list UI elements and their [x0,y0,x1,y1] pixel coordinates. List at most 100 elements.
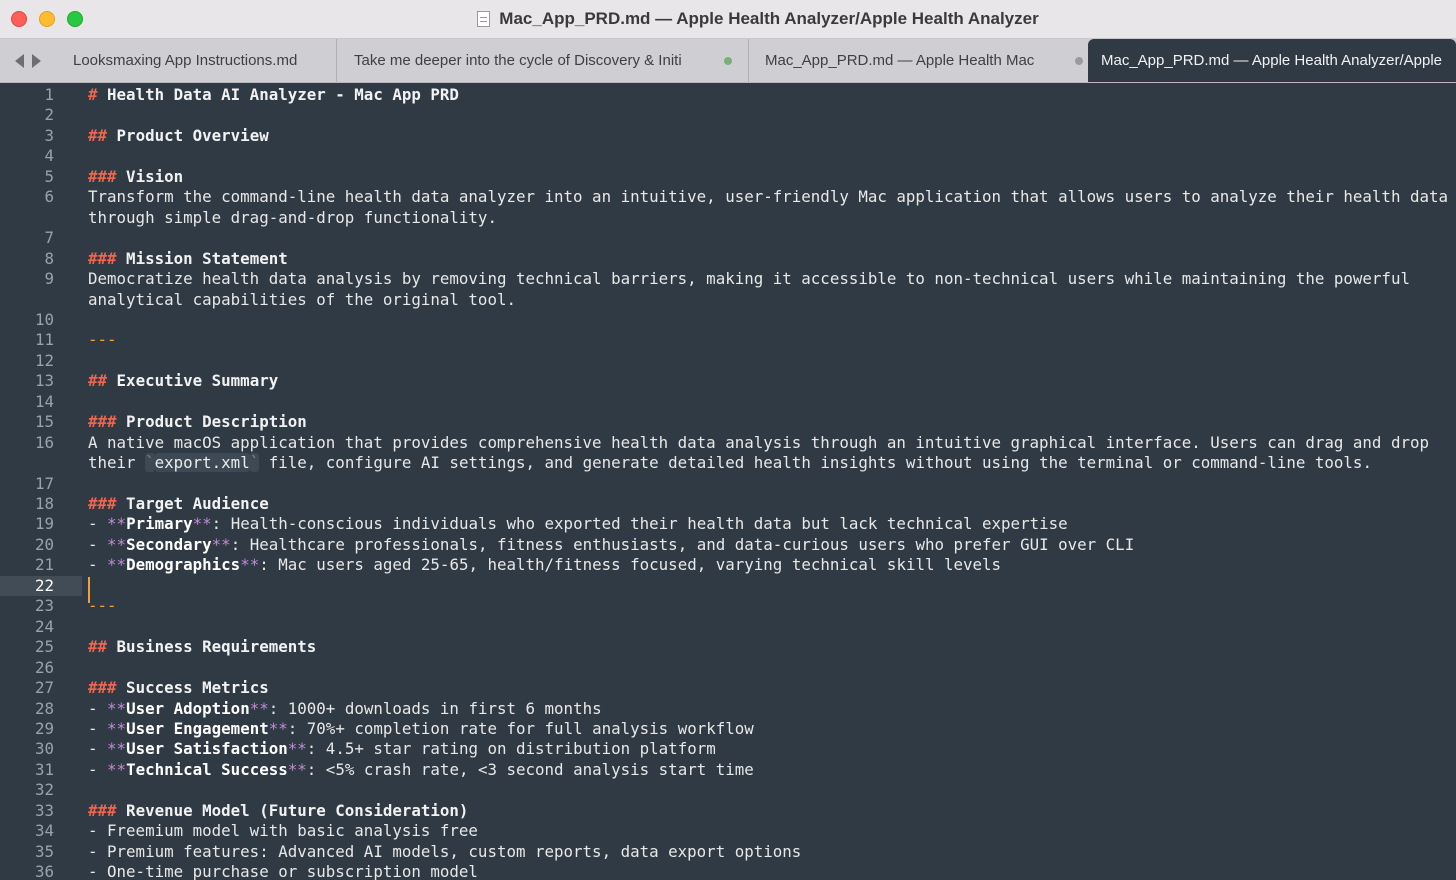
text-segment: Technical Success [126,759,288,779]
line-text: ### Vision [88,167,183,188]
line-text: - **Secondary**: Healthcare professional… [88,535,1134,556]
line-text: --- [88,596,117,617]
line-number: 26 [34,657,54,677]
tab-discovery-cycle[interactable]: Take me deeper into the cycle of Discove… [336,39,748,82]
editor-line[interactable]: 8 ### Mission Statement [0,249,1456,270]
line-text: # Health Data AI Analyzer - Mac App PRD [88,85,459,106]
text-segment: ### [88,494,117,513]
editor-line[interactable]: 12 [0,351,1456,372]
line-text: - **User Engagement**: 70%+ completion r… [88,719,754,740]
editor-line[interactable]: 6 Transform the command-line health data … [0,187,1456,208]
text-segment: : 1000+ downloads in first 6 months [268,698,602,718]
text-segment: ` [249,453,260,473]
text-segment: --- [88,596,117,616]
editor-line[interactable]: 36 - One-time purchase or subscription mo… [0,862,1456,880]
line-text: - **Primary**: Health-conscious individu… [88,514,1068,535]
line-text: ## Executive Summary [88,371,278,392]
text-segment: Transform the command-line health data a… [88,187,1449,207]
editor-line[interactable]: 11 --- [0,330,1456,351]
line-number [0,453,82,474]
tab-looksmaxing-instructions[interactable]: Looksmaxing App Instructions.md [60,39,336,82]
editor-line[interactable]: 20- **Secondary**: Healthcare profession… [0,535,1456,556]
editor-line[interactable]: 28- **User Adoption**: 1000+ downloads i… [0,699,1456,720]
editor-line[interactable]: 24 [0,617,1456,638]
line-number: 25 [34,637,54,657]
editor-line[interactable]: 19 - **Primary**: Health-conscious indivi… [0,514,1456,535]
line-number: 3 [44,125,54,145]
line-text: - **Demographics**: Mac users aged 25-65… [88,555,1001,576]
tab-label: Looksmaxing App Instructions.md [73,52,298,69]
text-segment: through simple drag-and-drop functionali… [88,207,497,227]
editor-line[interactable]: 2 [0,105,1456,126]
editor-line[interactable]: 7 [0,228,1456,249]
text-segment: Secondary [126,534,212,554]
back-arrow-icon[interactable] [15,53,24,68]
editor-line[interactable]: 34 - Freemium model with basic analysis f… [0,821,1456,842]
editor-line[interactable]: 15 ### Product Description [0,412,1456,433]
editor-line[interactable]: 30- **User Satisfaction**: 4.5+ star rat… [0,739,1456,760]
editor-line[interactable]: 27 ### Success Metrics [0,678,1456,699]
editor-line[interactable]: 3 ## Product Overview [0,126,1456,147]
line-number: 33 [34,800,54,820]
markdown-editor[interactable]: 1 # Health Data AI Analyzer - Mac App PRD… [0,83,1456,880]
text-segment: Product Description [116,412,307,432]
line-number: 17 [34,473,54,493]
current-line[interactable]: 22 [0,575,1456,603]
editor-line[interactable]: analytical capabilities of the original … [0,290,1456,311]
text-segment: ** [107,759,127,779]
editor-line[interactable]: 13 ## Executive Summary [0,371,1456,392]
editor-line[interactable]: 33 ### Revenue Model (Future Consideratio… [0,801,1456,822]
text-segment: ** [240,555,260,575]
window-title: Mac_App_PRD.md — Apple Health Analyzer/A… [499,9,1039,28]
editor-line[interactable]: 10 [0,310,1456,331]
line-number: 19 [34,514,54,534]
tab-mac-app-prd-mac[interactable]: Mac_App_PRD.md — Apple Health Mac [748,39,1088,82]
editor-line[interactable]: 5 ### Vision [0,167,1456,188]
text-segment: ### [88,800,117,820]
editor-line[interactable]: 16 A native macOS application that provid… [0,433,1456,454]
editor-line[interactable]: 35 - Premium features: Advanced AI models… [0,842,1456,863]
forward-arrow-icon[interactable] [32,53,41,68]
editor-line[interactable]: 26 [0,658,1456,679]
text-segment: --- [88,330,117,350]
line-number: 35 [34,841,54,861]
editor-line[interactable]: 4 [0,146,1456,167]
document-icon [477,11,491,27]
text-segment: Mission Statement [116,248,288,268]
text-segment: ** [249,698,269,718]
editor-line[interactable]: their `export.xml` file, configure AI se… [0,453,1456,474]
modified-dot-icon [1075,56,1083,65]
line-text: ### Revenue Model (Future Consideration) [88,801,468,822]
text-segment: : Health-conscious individuals who expor… [211,514,1068,534]
text-segment: : Mac users aged 25-65, health/fitness f… [259,555,1002,575]
editor-line[interactable]: 31- **Technical Success**: <5% crash rat… [0,760,1456,781]
line-text: their `export.xml` file, configure AI se… [88,453,1372,474]
line-text: A native macOS application that provides… [88,433,1429,454]
text-segment: ** [107,698,127,718]
text-segment: analytical capabilities of the original … [88,289,516,309]
editor-line[interactable]: 14 [0,392,1456,413]
editor-line[interactable]: 17 [0,474,1456,495]
text-segment: ** [287,739,307,759]
text-segment: Revenue Model (Future Consideration) [116,800,469,820]
text-segment: ## [88,125,108,145]
editor-line[interactable]: 25 ## Business Requirements [0,637,1456,658]
editor-line[interactable]: 32 [0,780,1456,801]
tab-mac-app-prd-active[interactable]: Mac_App_PRD.md — Apple Health Analyzer/A… [1088,39,1456,82]
line-number: 32 [34,780,54,800]
editor-line[interactable]: through simple drag-and-drop functionali… [0,208,1456,229]
editor-line[interactable]: 1 # Health Data AI Analyzer - Mac App PRD [0,85,1456,106]
line-number: 22 [0,575,82,597]
editor-line[interactable]: 21 - **Demographics**: Mac users aged 25-… [0,555,1456,576]
line-number: 18 [34,494,54,513]
editor-line[interactable]: 23 --- [0,596,1456,617]
line-number: 36 [34,862,54,880]
line-number: 29 [34,718,54,738]
editor-line[interactable]: 9 Democratize health data analysis by rem… [0,269,1456,290]
text-segment: ** [268,718,288,738]
line-number: 24 [34,616,54,636]
line-number: 21 [34,555,54,575]
editor-line[interactable]: 18 ### Target Audience [0,494,1456,515]
text-segment: ### [88,678,117,698]
editor-line[interactable]: 29 - **User Engagement**: 70%+ completion… [0,719,1456,740]
